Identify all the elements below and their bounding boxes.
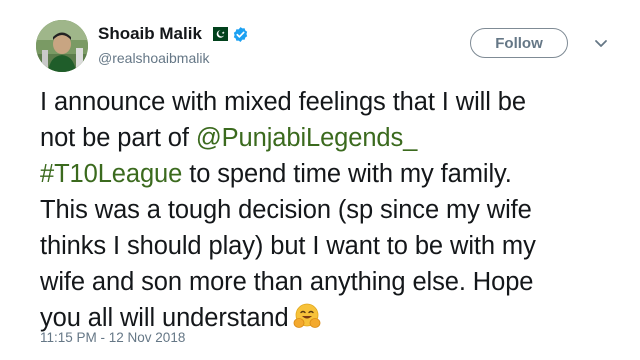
mention-link[interactable]: @PunjabiLegends_	[196, 124, 417, 152]
handle[interactable]: @realshoaibmalik	[98, 50, 249, 66]
tweet-text-segment: you all will understand	[40, 304, 289, 332]
name-row: Shoaib Malik	[98, 22, 249, 46]
chevron-down-icon[interactable]	[592, 34, 610, 52]
tweet-line: wife and son more than anything else. Ho…	[40, 268, 534, 296]
tweet-text-segment: to spend time with my family.	[182, 160, 512, 188]
verified-badge-icon	[232, 26, 249, 43]
avatar[interactable]	[36, 20, 88, 72]
display-name[interactable]: Shoaib Malik	[98, 24, 202, 44]
timestamp[interactable]: 11:15 PM - 12 Nov 2018	[40, 330, 185, 345]
hugging-face-emoji-icon	[293, 302, 321, 330]
tweet-text: I announce with mixed feelings that I wi…	[40, 84, 630, 336]
pakistan-flag-icon	[207, 27, 228, 41]
tweet-text-segment: not be part of	[40, 124, 196, 152]
hashtag-link[interactable]: #T10League	[40, 160, 182, 188]
tweet-line: I announce with mixed feelings that I wi…	[40, 88, 526, 116]
author-block: Shoaib Malik @realshoaibmalik	[98, 22, 249, 66]
tweet-line: This was a tough decision (sp since my w…	[40, 196, 532, 224]
tweet-line: not be part of @PunjabiLegends_	[40, 120, 630, 156]
tweet-line: #T10League to spend time with my family.	[40, 156, 630, 192]
follow-button[interactable]: Follow	[470, 28, 568, 58]
tweet-line: thinks I should play) but I want to be w…	[40, 232, 536, 260]
tweet-header: Shoaib Malik @realshoaibmalik Follow	[36, 16, 616, 76]
tweet-card: Shoaib Malik @realshoaibmalik Follow I a…	[0, 0, 640, 360]
